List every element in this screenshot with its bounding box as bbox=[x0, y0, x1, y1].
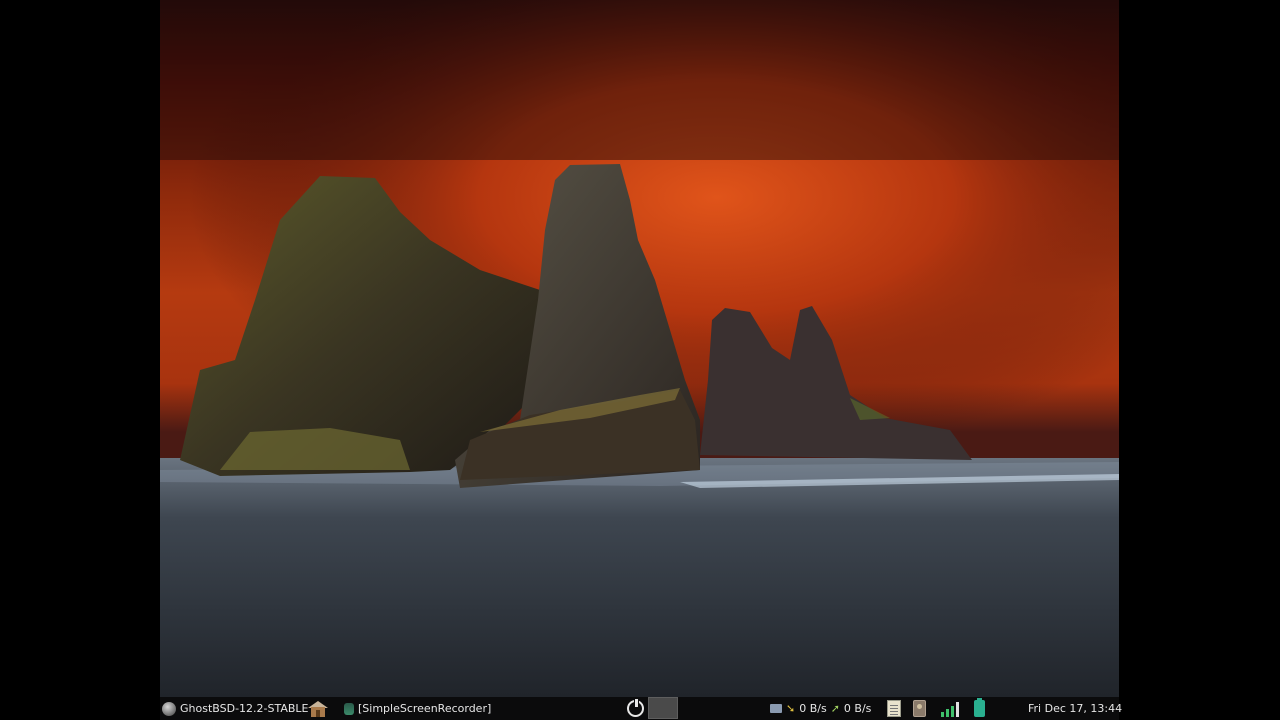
task-simplescreenrecorder[interactable]: [SimpleScreenRecorder] bbox=[344, 697, 491, 720]
upload-arrow-icon: ➚ bbox=[830, 702, 840, 715]
desktop[interactable] bbox=[160, 0, 1119, 697]
power-button[interactable] bbox=[627, 697, 644, 720]
power-icon bbox=[627, 698, 644, 717]
home-folder-icon bbox=[308, 700, 328, 717]
tray-removable-device[interactable] bbox=[913, 697, 926, 720]
network-icon bbox=[770, 704, 782, 713]
clock-text: Fri Dec 17, 13:44 bbox=[1028, 702, 1123, 715]
net-up-rate: 0 B/s bbox=[843, 702, 872, 715]
tray-network-signal[interactable] bbox=[941, 697, 959, 720]
removable-device-icon bbox=[913, 700, 926, 717]
task-title: [SimpleScreenRecorder] bbox=[358, 702, 492, 715]
letterbox-left bbox=[0, 0, 160, 720]
screen-recorder-icon bbox=[344, 702, 354, 715]
download-arrow-icon: ➘ bbox=[786, 702, 796, 715]
workspace-switcher[interactable] bbox=[648, 697, 678, 719]
tray-battery[interactable] bbox=[974, 697, 985, 720]
taskbar: GhostBSD-12.2-STABLE [SimpleScreenRecord… bbox=[160, 697, 1122, 720]
notes-icon bbox=[887, 700, 901, 717]
letterbox-right bbox=[1119, 0, 1280, 720]
tray-notes[interactable] bbox=[887, 697, 901, 720]
network-monitor[interactable]: ➘ 0 B/s ➚ 0 B/s bbox=[770, 697, 871, 720]
wallpaper-sea-stacks bbox=[160, 0, 1119, 697]
clock[interactable]: Fri Dec 17, 13:44 bbox=[1028, 697, 1122, 720]
menu-label: GhostBSD-12.2-STABLE bbox=[180, 702, 309, 715]
net-down-rate: 0 B/s bbox=[799, 702, 827, 715]
ghostbsd-menu-icon bbox=[162, 701, 176, 716]
battery-icon bbox=[974, 698, 985, 717]
wifi-signal-icon bbox=[941, 701, 959, 717]
home-folder-launcher[interactable] bbox=[308, 697, 330, 720]
start-menu-button[interactable]: GhostBSD-12.2-STABLE bbox=[160, 697, 309, 720]
